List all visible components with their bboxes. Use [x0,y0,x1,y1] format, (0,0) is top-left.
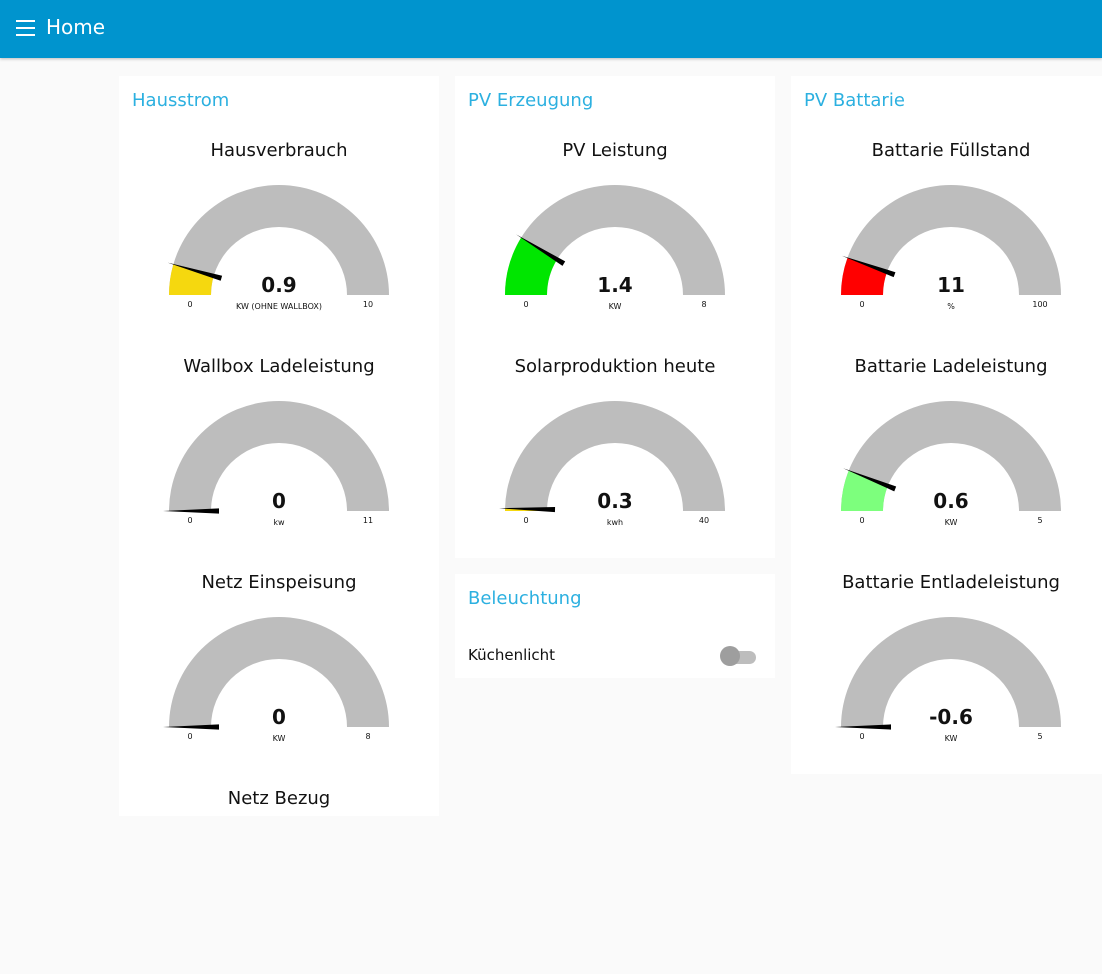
gauge-units: KW [945,734,958,743]
gauge-units: KW [609,302,622,311]
gauge-max-label: 100 [1032,300,1047,309]
switch-label: Küchenlicht [468,646,556,664]
gauge-hausverbrauch: Hausverbrauch 0.9 KW (OHNE WALLBOX) 0 10 [119,126,439,326]
gauge-min-label: 0 [187,516,192,525]
gauge-max-label: 40 [699,516,709,525]
group-beleuchtung: Beleuchtung Küchenlicht [455,574,775,678]
gauge-min-label: 0 [859,516,864,525]
gauge-svg: 1.4 KW 0 8 [505,185,725,311]
kuechenlicht-toggle[interactable] [720,645,758,667]
top-toolbar: Home [0,0,1102,58]
gauge-units: kw [273,518,285,527]
gauge-units: kwh [607,518,623,527]
gauge-netz-bezug: Netz Bezug [119,774,439,974]
gauge-max-label: 8 [365,732,370,741]
gauge-min-label: 0 [859,732,864,741]
group-pv-erzeugung: PV Erzeugung PV Leistung 1.4 KW 0 8 Solarpr… [455,76,775,558]
gauge-battarie-entladeleistung: Battarie Entladeleistung -0.6 KW 0 5 [791,558,1102,758]
gauge-min-label: 0 [859,300,864,309]
gauge-units: % [947,302,955,311]
gauge-max-label: 11 [363,516,373,525]
gauge-svg: 0.3 kwh 0 40 [499,401,725,527]
gauge-value: 0 [272,705,286,729]
gauge-svg: 0 kw 0 11 [163,401,389,527]
gauge-svg: 11% 0 100 [841,185,1061,311]
gauge-min-label: 0 [187,300,192,309]
gauge-svg: 0.6 KW 0 5 [841,401,1061,527]
gauge-pv-leistung: PV Leistung 1.4 KW 0 8 [455,126,775,326]
group-title: PV Battarie [804,90,905,111]
gauge-svg: 0 KW 0 8 [163,617,389,743]
gauge-solarproduktion-heute: Solarproduktion heute 0.3 kwh 0 40 [455,342,775,542]
gauge-value: -0.6 [929,705,973,729]
gauge-units: KW [945,518,958,527]
gauge-value: 0.3 [597,489,632,513]
gauge-value: 11 [937,273,965,297]
gauge-value: 0.6 [933,489,968,513]
gauge-max-label: 8 [701,300,706,309]
group-hausstrom: Hausstrom Hausverbrauch 0.9 KW (OHNE WALL… [119,76,439,816]
gauge-units: KW (OHNE WALLBOX) [236,302,322,311]
page-title: Home [46,15,106,39]
gauge-value: 0 [272,489,286,513]
group-title: PV Erzeugung [468,90,594,111]
group-title: Beleuchtung [468,588,582,609]
gauge-value: 0.9 [261,273,296,297]
gauge-max-label: 5 [1037,516,1042,525]
gauge-min-label: 0 [523,516,528,525]
switch-row-kuechenlicht[interactable]: Küchenlicht [455,638,775,670]
switch-thumb[interactable] [720,646,740,666]
gauge-svg: -0.6 KW 0 5 [835,617,1061,743]
gauge-title: Netz Bezug [227,788,331,809]
gauge-value: 1.4 [597,273,632,297]
gauge-netz-einspeisung: Netz Einspeisung 0 KW 0 8 [119,558,439,758]
gauge-max-label: 10 [363,300,373,309]
gauge-battarie-ladeleistung: Battarie Ladeleistung 0.6 KW 0 5 [791,342,1102,542]
gauge-min-label: 0 [187,732,192,741]
gauge-units: KW [273,734,286,743]
gauge-battarie-fuellstand: Battarie Füllstand 11% 0 100 [791,126,1102,326]
gauge-svg: 0.9 KW (OHNE WALLBOX) 0 10 [167,185,389,311]
menu-icon[interactable] [16,20,36,37]
group-title: Hausstrom [132,90,230,111]
gauge-wallbox-ladeleistung: Wallbox Ladeleistung 0 kw 0 11 [119,342,439,542]
gauge-min-label: 0 [523,300,528,309]
gauge-max-label: 5 [1037,732,1042,741]
group-pv-battarie: PV Battarie Battarie Füllstand 11% 0 100 B… [791,76,1102,774]
